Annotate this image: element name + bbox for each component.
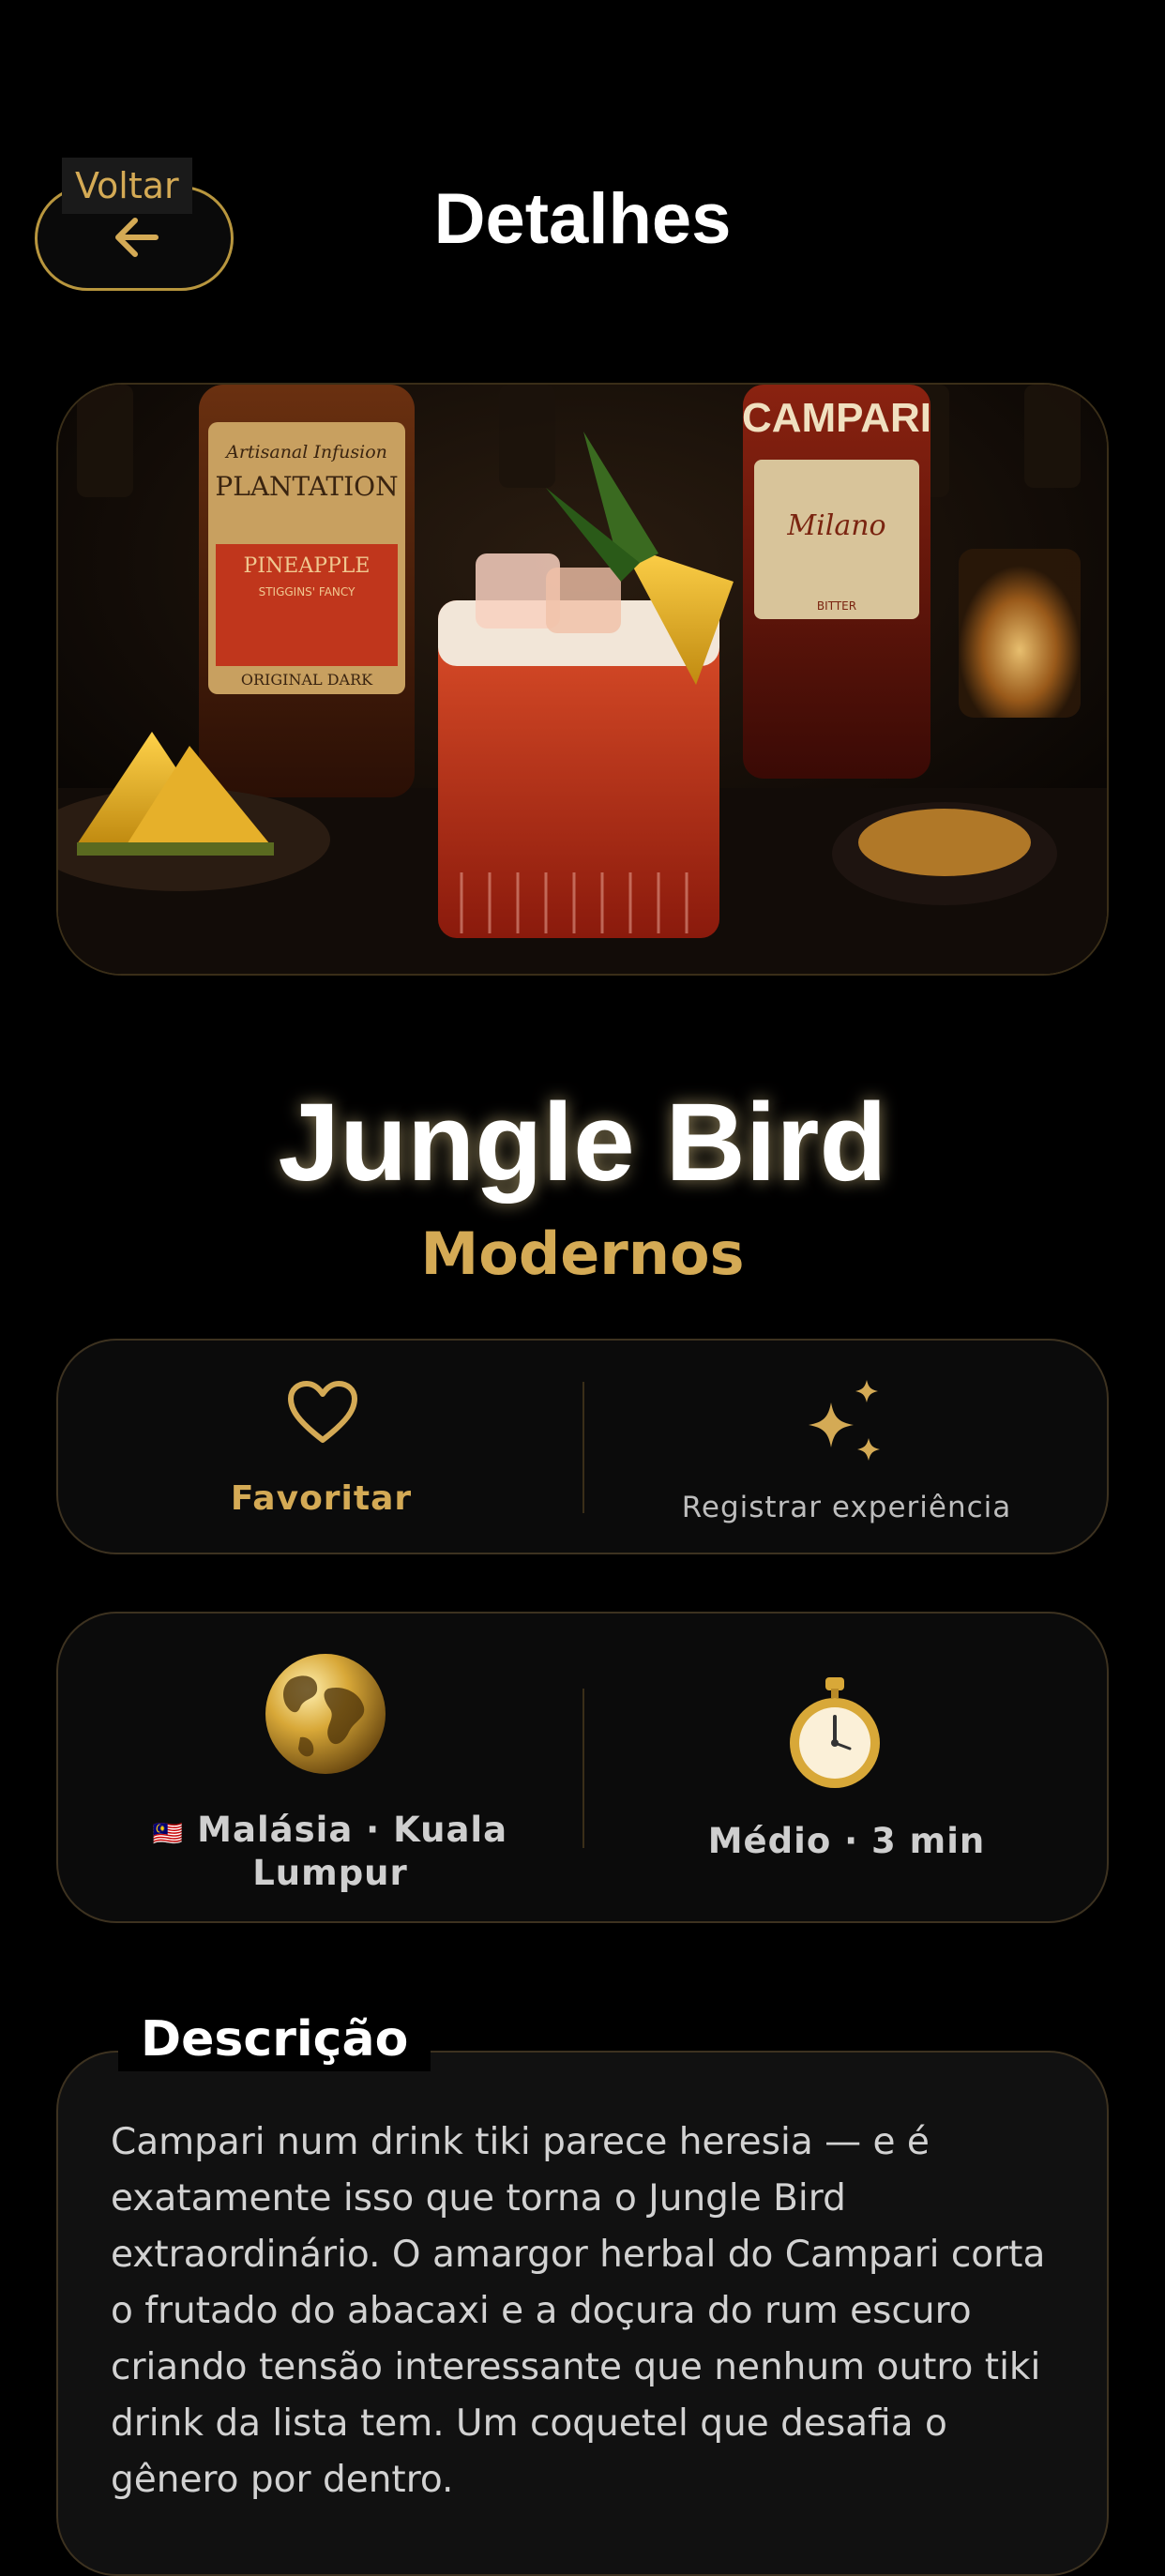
favorite-label: Favoritar bbox=[230, 1479, 413, 1518]
globe-icon bbox=[265, 1654, 386, 1774]
plantation-label-brand: PLANTATION bbox=[215, 471, 398, 502]
plantation-label-top: Artisanal Infusion bbox=[224, 442, 387, 462]
origin-line1: Malásia · Kuala bbox=[197, 1810, 508, 1850]
drink-photo: Artisanal Infusion PLANTATION PINEAPPLE … bbox=[56, 383, 1109, 976]
description-text: Campari num drink tiki parece heresia — … bbox=[111, 2121, 1046, 2501]
favorite-button[interactable]: Favoritar bbox=[58, 1341, 582, 1553]
flag-icon: 🇲🇾 bbox=[152, 1820, 185, 1848]
plantation-label-flavor: PINEAPPLE bbox=[244, 554, 371, 578]
campari-label-type: BITTER bbox=[817, 599, 856, 613]
register-experience-label: Registrar experiência bbox=[681, 1491, 1012, 1524]
description-title: Descrição bbox=[118, 2008, 431, 2071]
stopwatch-icon bbox=[790, 1677, 880, 1788]
register-experience-button[interactable]: Registrar experiência bbox=[584, 1341, 1109, 1553]
info-card: 🇲🇾 Malásia · Kuala Lumpur Médio · 3 min bbox=[56, 1612, 1109, 1923]
campari-label-brand: CAMPARI bbox=[742, 395, 931, 441]
plantation-label-sub: STIGGINS' FANCY bbox=[259, 585, 356, 599]
page-title: Detalhes bbox=[433, 179, 732, 259]
drink-name: Jungle Bird bbox=[278, 1081, 887, 1205]
sparkles-icon bbox=[809, 1380, 880, 1461]
difficulty-time-text: Médio · 3 min bbox=[707, 1821, 986, 1861]
origin-line2: Lumpur bbox=[252, 1853, 408, 1893]
actions-card: Favoritar Registrar experiência bbox=[56, 1339, 1109, 1554]
drink-category: Modernos bbox=[420, 1220, 745, 1288]
heart-icon bbox=[288, 1381, 357, 1443]
origin-text: 🇲🇾 Malásia · Kuala Lumpur bbox=[114, 1811, 546, 1893]
campari-label-city: Milano bbox=[786, 509, 885, 542]
plantation-label-bottom: ORIGINAL DARK bbox=[241, 671, 373, 689]
